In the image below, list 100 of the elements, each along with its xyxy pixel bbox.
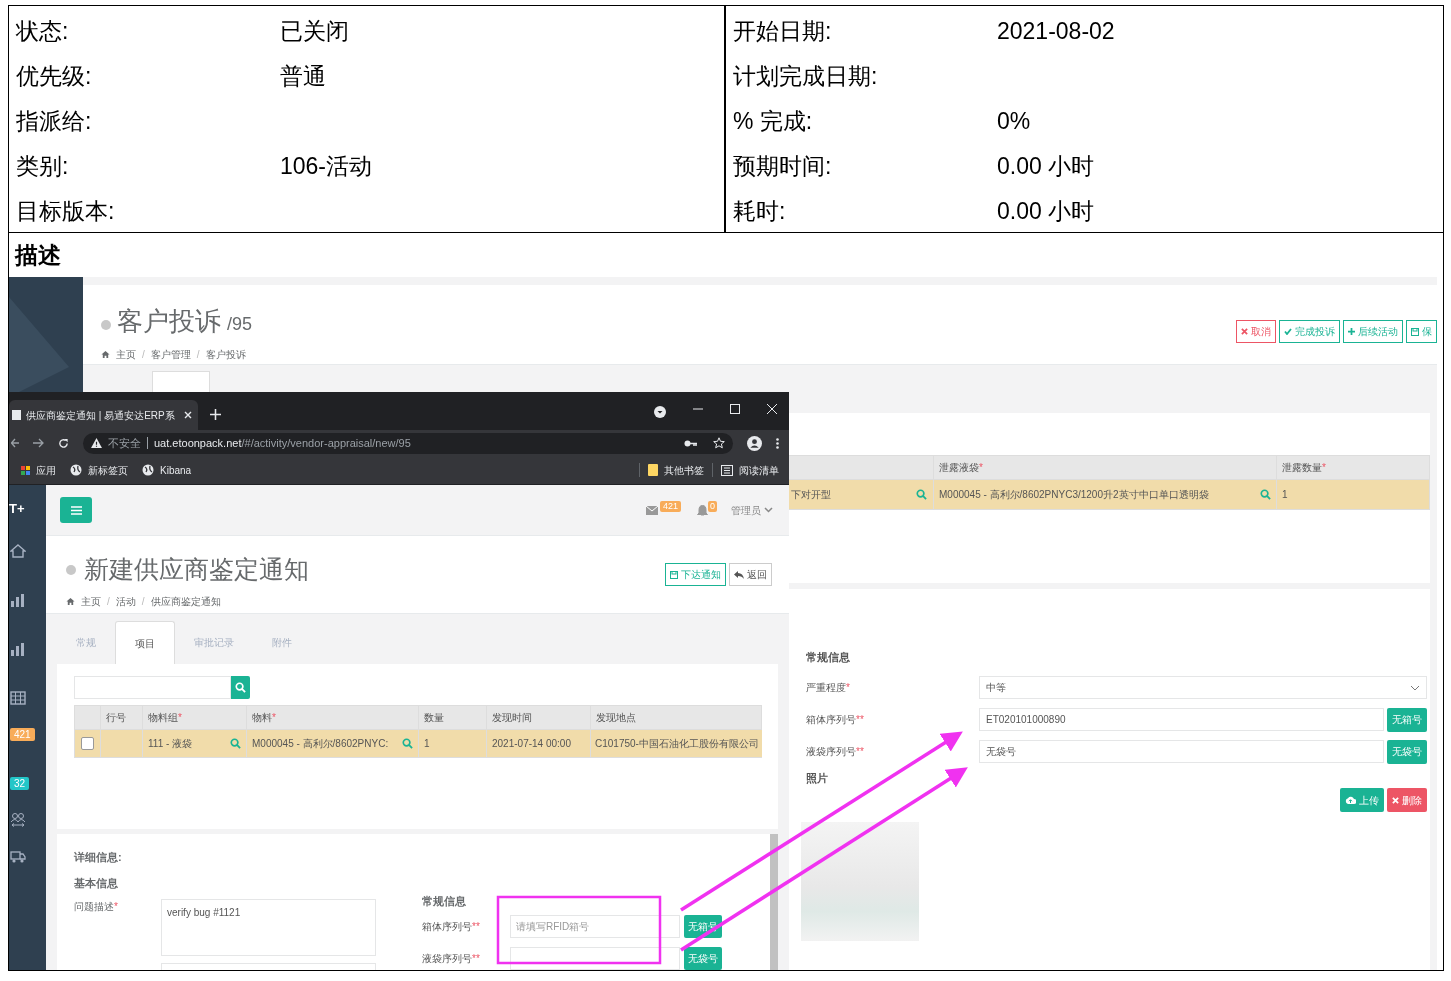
select-field[interactable]: 中等 [979, 676, 1427, 699]
home-icon [101, 350, 110, 359]
search-button[interactable] [231, 676, 250, 699]
people-icon [10, 812, 26, 828]
table-cell-text: M000045 - 高利尔/8602PNYC3/1200升2英寸中口单口透明袋 [939, 488, 1209, 502]
action-button[interactable]: 取消 [1236, 320, 1276, 343]
page-title: 客户投诉 [117, 305, 221, 338]
search-icon [402, 738, 413, 749]
field-value: 106-活动 [280, 152, 373, 182]
tab[interactable]: 项目 [115, 621, 175, 664]
bookmark[interactable]: Kibana [136, 462, 198, 478]
list-icon [721, 464, 733, 476]
bookmark[interactable]: 阅读清单 [715, 462, 785, 478]
field-label: 计划完成日期: [733, 62, 879, 92]
input-field[interactable]: 请填写RFID箱号 [510, 914, 680, 938]
key-icon[interactable] [684, 439, 697, 447]
chevron-down-icon [1410, 684, 1420, 691]
field-value: 0.00 小时 [997, 197, 1095, 227]
breadcrumb-separator: / [107, 594, 110, 609]
field-value: 0.00 小时 [997, 152, 1095, 182]
field-label: 严重程度* [806, 681, 851, 695]
home-icon [10, 543, 26, 559]
breadcrumb-link[interactable]: 主页 [81, 593, 101, 609]
menu-icon [70, 505, 82, 515]
table-cell-text: M000045 - 高利尔/8602PNYC: [252, 737, 389, 751]
close-icon [1241, 328, 1248, 335]
close-icon[interactable] [767, 404, 777, 414]
field-label: % 完成: [733, 107, 814, 137]
more-options-icon[interactable] [776, 437, 779, 449]
table-cell-text: 1 [424, 737, 430, 751]
search-icon [1260, 489, 1271, 500]
breadcrumb-link[interactable]: 客户投诉 [205, 347, 246, 362]
field-label: 箱体序列号** [422, 919, 481, 934]
table-cell-text: 111 - 液袋 [148, 737, 193, 751]
check-icon [1284, 328, 1292, 335]
user-menu[interactable]: 管理员 [731, 502, 773, 518]
address-bar[interactable]: 不安全 uat.etoonpack.net/#/activity/vendor-appraisal/new/95 [83, 432, 733, 454]
column-header: 泄露液袋* [939, 461, 983, 475]
breadcrumb-link[interactable]: 活动 [115, 593, 136, 609]
section-heading: 详细信息: [74, 850, 123, 865]
field-label: 预期时间: [733, 152, 833, 182]
count-badge: 0 [708, 500, 717, 512]
column-header: 泄露数量* [1282, 461, 1326, 475]
column-header: 数量 [424, 711, 444, 725]
breadcrumb-separator: / [142, 348, 145, 362]
field-label: 液袋序列号** [806, 745, 865, 759]
home-icon [66, 596, 75, 606]
apps-grid-icon [21, 465, 30, 475]
browser-tab[interactable]: 供应商鉴定通知 | 易通安达ERP系 [9, 400, 198, 430]
truck-icon [10, 848, 26, 864]
section-heading: 照片 [806, 770, 829, 786]
url-text: uat.etoonpack.net/#/activity/vendor-appraisal/new/95 [154, 435, 412, 451]
close-icon [1392, 796, 1399, 804]
bell-icon [697, 504, 708, 516]
section-heading: 描述 [15, 240, 61, 270]
tab-search-icon[interactable] [654, 406, 666, 418]
field-label: 耗时: [733, 197, 787, 227]
field-label: 状态: [16, 17, 70, 47]
column-header: 物料* [252, 711, 276, 725]
input-field[interactable]: ET020101000890 [979, 708, 1384, 731]
cloud-upload-icon [1345, 796, 1356, 804]
maximize-icon[interactable] [730, 404, 740, 414]
column-header: 发现时间 [492, 711, 532, 725]
forward-arrow-icon[interactable] [33, 438, 44, 448]
bookmark[interactable]: 新标签页 [64, 462, 134, 478]
row-checkbox[interactable] [81, 737, 94, 750]
plus-icon [1348, 328, 1355, 335]
back-arrow-icon[interactable] [11, 438, 19, 448]
table-cell-text: C101750-中国石油化工股份有限公司 [595, 737, 759, 751]
field-value: 已关闭 [280, 17, 349, 47]
scrollbar[interactable] [770, 834, 778, 970]
reply-arrow-icon [734, 570, 744, 579]
plus-icon[interactable] [210, 409, 221, 420]
close-icon[interactable] [184, 411, 192, 419]
field-label: 开始日期: [733, 17, 833, 47]
app-logo: T+ [9, 501, 25, 517]
breadcrumb-link[interactable]: 供应商鉴定通知 [150, 593, 221, 609]
text-area[interactable]: verify bug #1121 [161, 899, 376, 956]
bookmark[interactable]: 其他书签 [642, 462, 710, 478]
breadcrumb-link[interactable]: 客户管理 [150, 347, 191, 362]
input-field[interactable]: 无袋号 [979, 740, 1384, 763]
section-heading: 基本信息 [74, 875, 119, 891]
star-icon[interactable] [713, 437, 725, 449]
reload-icon[interactable] [58, 437, 69, 449]
field-value: 普通 [280, 62, 326, 92]
breadcrumb-separator: / [141, 594, 145, 609]
bar-chart-icon [10, 641, 26, 657]
column-header: 行号 [106, 711, 126, 725]
search-field[interactable] [74, 676, 231, 699]
action-button[interactable]: 返回 [729, 563, 772, 586]
bookmark[interactable]: 应用 [15, 462, 62, 478]
breadcrumb-link[interactable]: 主页 [116, 347, 136, 362]
field-label: 液袋序列号** [422, 951, 481, 966]
input-field[interactable] [510, 946, 680, 970]
bar-chart-icon [10, 592, 26, 608]
delete-button[interactable]: 删除 [1387, 788, 1427, 812]
search-icon [235, 682, 246, 693]
table-cell-text: 2021-07-14 00:00 [492, 737, 571, 751]
profile-icon[interactable] [747, 435, 762, 451]
search-icon [230, 738, 241, 749]
